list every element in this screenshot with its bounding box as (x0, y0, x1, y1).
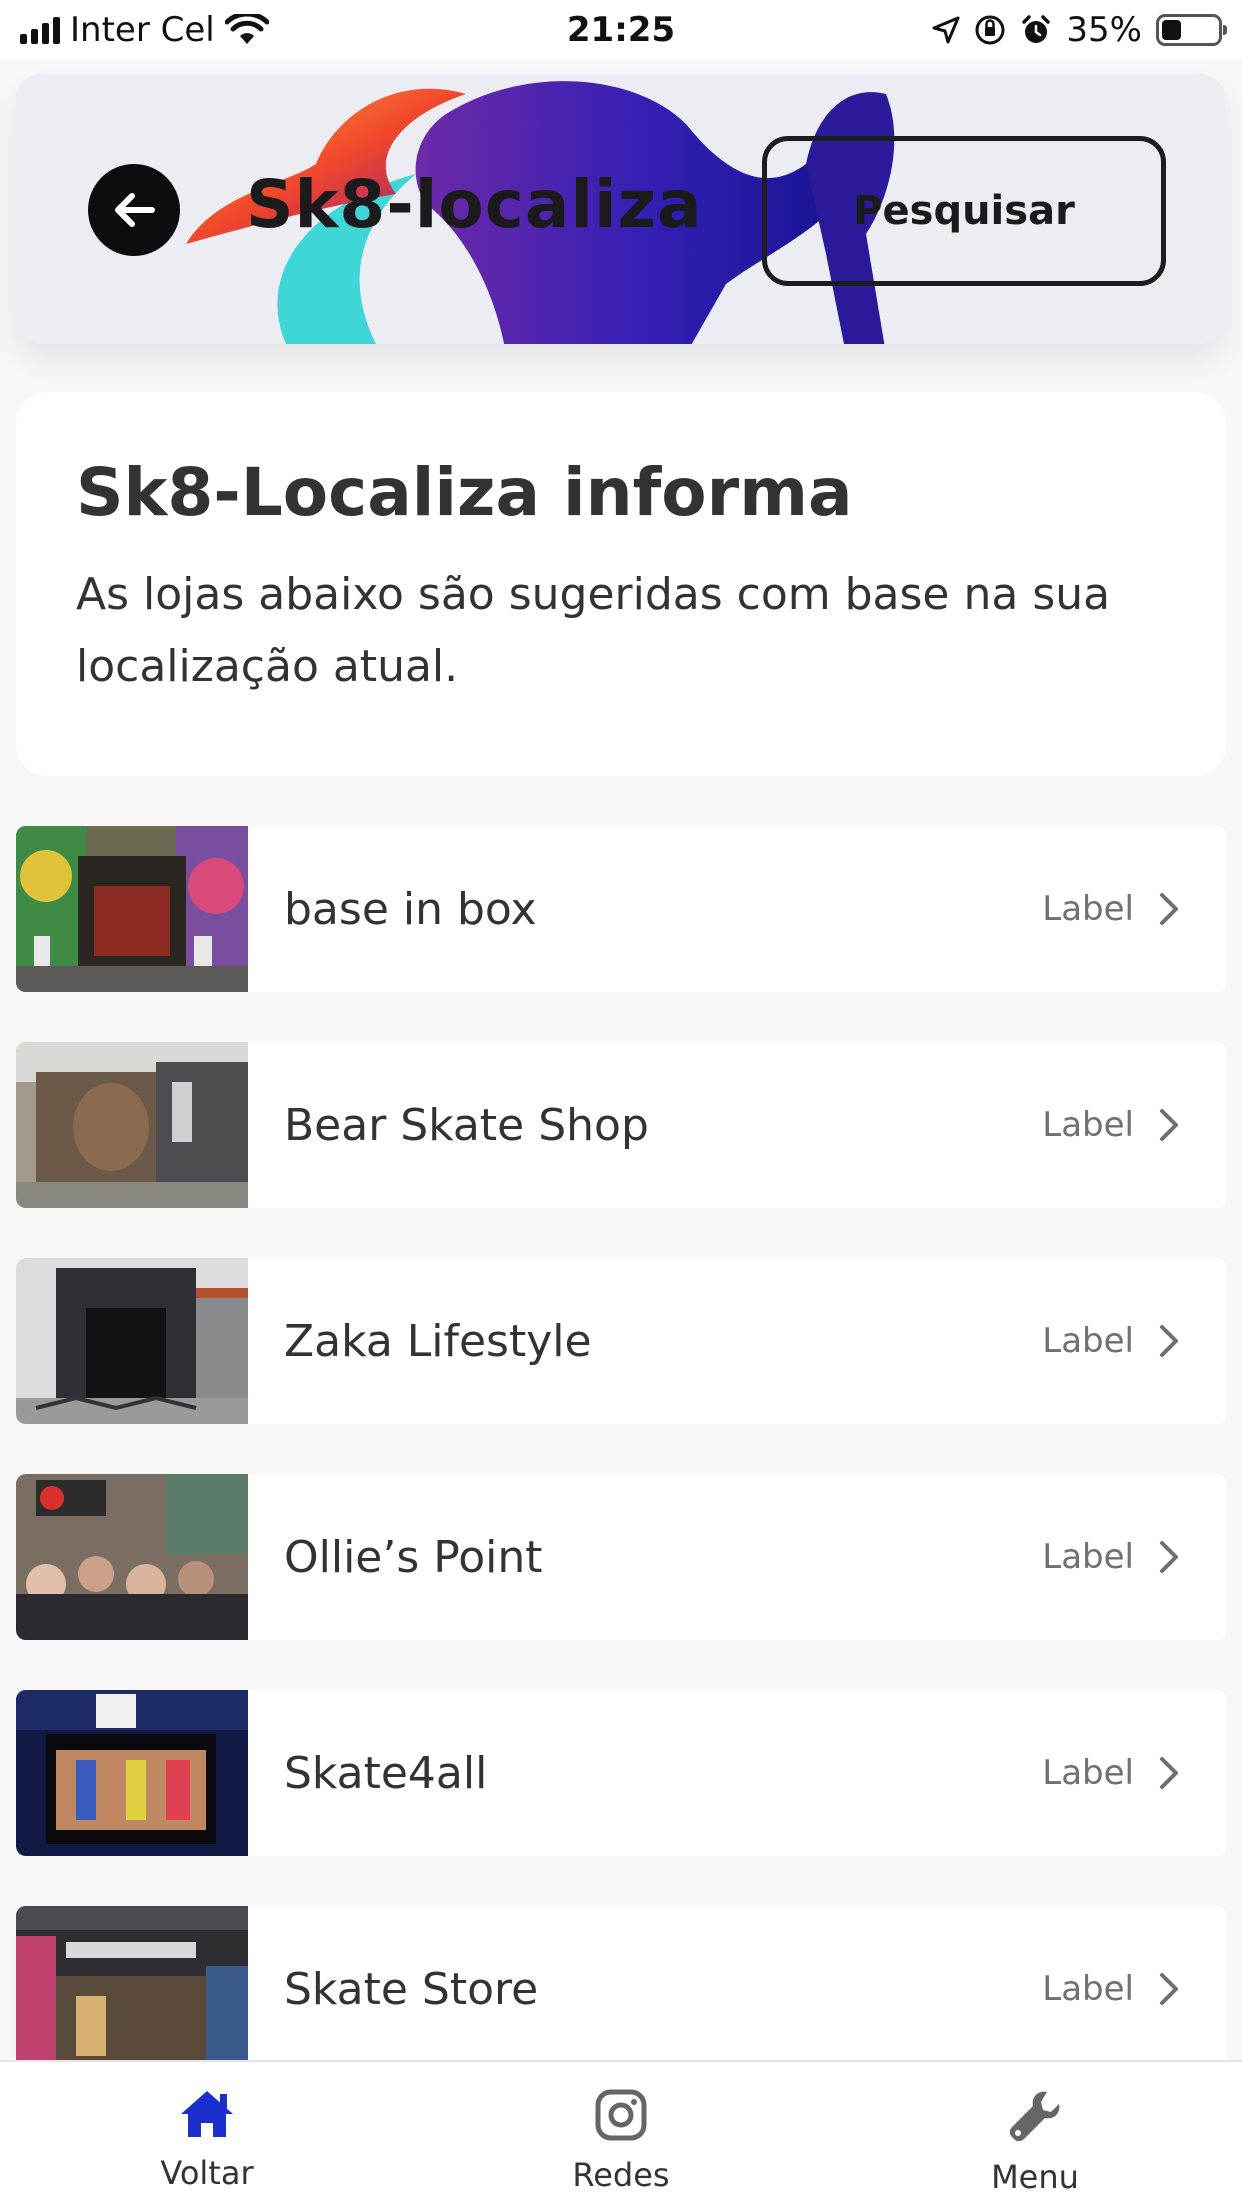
store-label: Label (1042, 1753, 1134, 1793)
arrow-left-icon (115, 193, 155, 227)
store-item-ollies-point[interactable]: Ollie’s Point Label (16, 1474, 1226, 1640)
app-title: Sk8-localiza (246, 166, 703, 243)
battery-percent: 35% (1066, 10, 1142, 50)
store-name: Ollie’s Point (284, 1531, 543, 1583)
tab-label: Menu (991, 2158, 1079, 2196)
store-photo (16, 1474, 248, 1640)
home-icon (181, 2091, 233, 2137)
store-photo (16, 826, 248, 992)
tab-redes[interactable]: Redes (414, 2062, 828, 2208)
chevron-right-icon (1158, 1755, 1180, 1791)
store-item-bear-skate-shop[interactable]: Bear Skate Shop Label (16, 1042, 1226, 1208)
battery-icon (1156, 14, 1227, 46)
store-label: Label (1042, 1537, 1134, 1577)
tab-voltar[interactable]: Voltar (0, 2062, 414, 2208)
store-photo (16, 1906, 248, 2072)
store-item-base-in-box[interactable]: base in box Label (16, 826, 1226, 992)
info-title: Sk8-Localiza informa (76, 454, 853, 531)
location-arrow-icon (932, 16, 960, 44)
bottom-tab-bar: Voltar Redes Menu (0, 2060, 1242, 2208)
store-name: Zaka Lifestyle (284, 1315, 592, 1367)
info-text: As lojas abaixo são sugeridas com base n… (76, 569, 1111, 692)
cellular-signal-icon (20, 16, 60, 44)
app-header: Sk8-localiza Pesquisar (16, 74, 1226, 344)
store-label: Label (1042, 1321, 1134, 1361)
alarm-icon (1022, 15, 1051, 43)
store-label: Label (1042, 1105, 1134, 1145)
store-photo (16, 1258, 248, 1424)
store-item-skate4all[interactable]: Skate4all Label (16, 1690, 1226, 1856)
orientation-lock-icon (975, 15, 1005, 45)
chevron-right-icon (1158, 1323, 1180, 1359)
chevron-right-icon (1158, 1971, 1180, 2007)
store-item-zaka-lifestyle[interactable]: Zaka Lifestyle Label (16, 1258, 1226, 1424)
store-label: Label (1042, 1969, 1134, 2009)
tab-label: Redes (572, 2156, 670, 2194)
store-photo (16, 1690, 248, 1856)
carrier-name: Inter Cel (70, 10, 215, 50)
store-item-skate-store[interactable]: Skate Store Label (16, 1906, 1226, 2072)
chevron-right-icon (1158, 1539, 1180, 1575)
store-photo (16, 1042, 248, 1208)
info-card: Sk8-Localiza informa As lojas abaixo são… (16, 392, 1226, 776)
back-button[interactable] (88, 164, 180, 256)
status-bar: Inter Cel 21:25 35% (0, 0, 1242, 60)
chevron-right-icon (1158, 1107, 1180, 1143)
tab-menu[interactable]: Menu (828, 2062, 1242, 2208)
store-name: Bear Skate Shop (284, 1099, 649, 1151)
store-label: Label (1042, 889, 1134, 929)
store-name: Skate Store (284, 1963, 539, 2015)
store-name: base in box (284, 883, 537, 935)
instagram-icon (595, 2089, 647, 2141)
chevron-right-icon (1158, 891, 1180, 927)
store-name: Skate4all (284, 1747, 488, 1799)
tab-label: Voltar (160, 2154, 254, 2192)
wifi-icon (224, 14, 269, 44)
wrench-icon (1009, 2091, 1060, 2142)
search-button[interactable]: Pesquisar (762, 136, 1166, 286)
